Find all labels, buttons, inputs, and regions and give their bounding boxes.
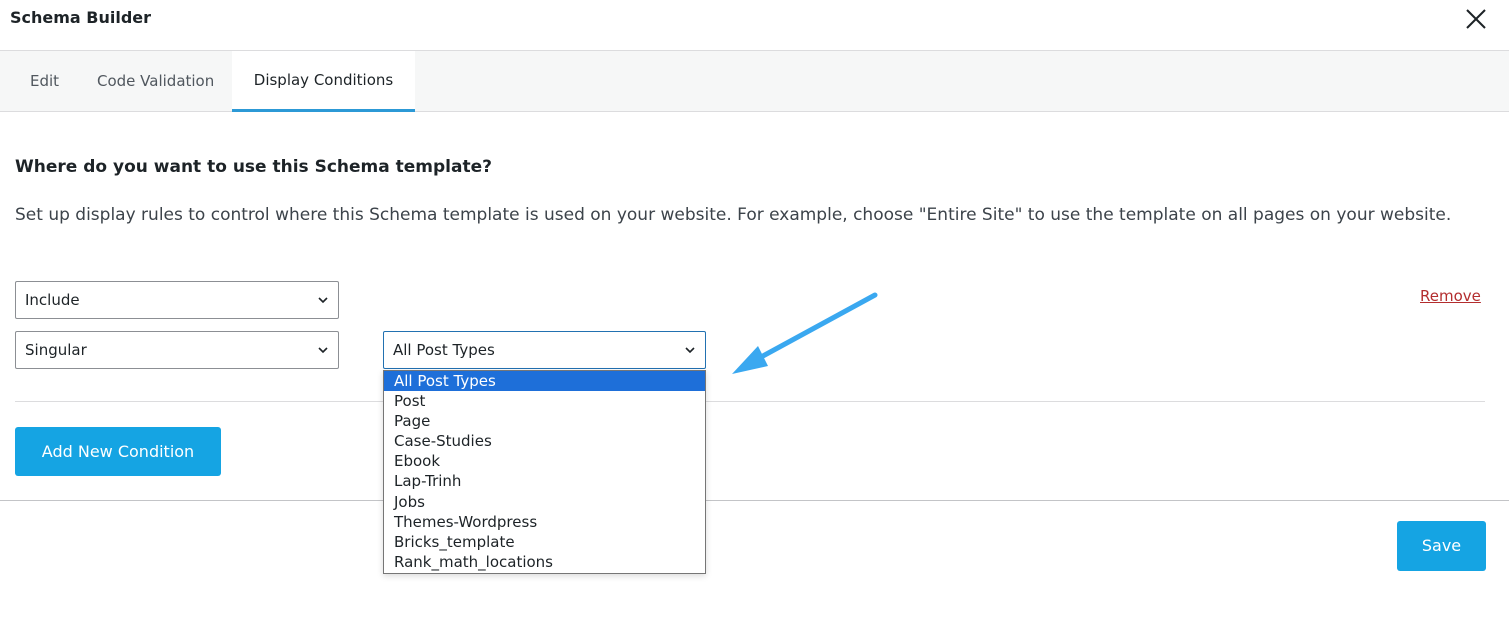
option-lap-trinh[interactable]: Lap-Trinh	[384, 471, 705, 491]
footer-divider	[0, 500, 1509, 501]
conditions-divider	[15, 401, 1485, 402]
tab-display-conditions[interactable]: Display Conditions	[232, 51, 415, 112]
tab-edit[interactable]: Edit	[30, 51, 59, 111]
add-new-condition-button[interactable]: Add New Condition	[15, 427, 221, 476]
rule-type-value: Include	[25, 291, 80, 309]
close-button[interactable]	[1462, 5, 1490, 33]
post-type-value: All Post Types	[393, 341, 495, 359]
save-button[interactable]: Save	[1397, 521, 1486, 571]
option-all-post-types[interactable]: All Post Types	[384, 371, 705, 392]
location-value: Singular	[25, 341, 87, 359]
schema-builder-modal: Schema Builder Edit Code Validation Disp…	[0, 0, 1509, 644]
option-rank-math-locations[interactable]: Rank_math_locations	[384, 552, 705, 572]
remove-condition-link[interactable]: Remove	[1420, 287, 1481, 305]
close-icon	[1466, 9, 1486, 29]
section-description: Set up display rules to control where th…	[15, 205, 1452, 225]
tab-code-validation[interactable]: Code Validation	[97, 51, 214, 111]
modal-header: Schema Builder	[0, 0, 1509, 51]
option-themes-wordpress[interactable]: Themes-Wordpress	[384, 512, 705, 532]
option-bricks-template[interactable]: Bricks_template	[384, 532, 705, 552]
modal-title: Schema Builder	[10, 8, 152, 27]
chevron-down-icon	[318, 347, 328, 354]
chevron-down-icon	[685, 347, 695, 354]
post-type-select[interactable]: All Post Types	[383, 331, 706, 369]
section-heading: Where do you want to use this Schema tem…	[15, 157, 492, 177]
tab-bar: Edit Code Validation Display Conditions	[0, 51, 1509, 112]
arrow-annotation-icon	[732, 292, 878, 374]
option-page[interactable]: Page	[384, 411, 705, 431]
post-type-dropdown-list: All Post Types Post Page Case-Studies Eb…	[383, 370, 706, 574]
location-select[interactable]: Singular	[15, 331, 339, 369]
option-jobs[interactable]: Jobs	[384, 492, 705, 512]
rule-type-select[interactable]: Include	[15, 281, 339, 319]
option-post[interactable]: Post	[384, 391, 705, 411]
chevron-down-icon	[318, 297, 328, 304]
option-case-studies[interactable]: Case-Studies	[384, 431, 705, 451]
option-ebook[interactable]: Ebook	[384, 451, 705, 471]
